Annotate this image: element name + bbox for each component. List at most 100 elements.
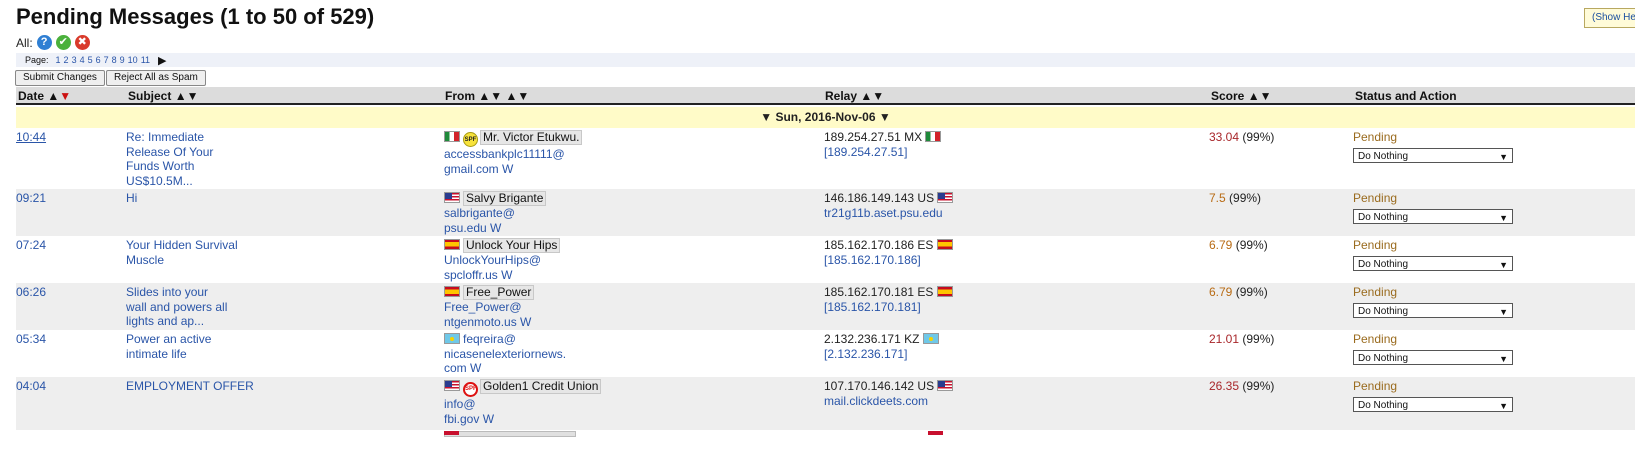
sort-asc-icon[interactable]: ▲ [478,89,490,103]
message-time-link[interactable]: 05:34 [16,332,46,346]
action-select[interactable]: Do Nothing [1353,208,1513,225]
message-relay: 146.186.149.143 US tr21g11b.aset.psu.edu [824,191,1024,220]
page-link[interactable]: 11 [141,55,150,65]
pagination: Page: 1 2 3 4 5 6 7 8 9 10 11 ▶ [16,53,1635,67]
table-row: 05:34 Power an active intimate life feqre… [16,330,1635,377]
column-subject-label: Subject [128,89,172,103]
page-link[interactable]: 1 [56,55,61,65]
email-domain[interactable]: fbi.gov W [444,412,624,427]
relay-host[interactable]: mail.clickdeets.com [824,394,1024,409]
relay-host[interactable]: tr21g11b.aset.psu.edu [824,206,1024,221]
sort-desc-icon[interactable]: ▼ [59,89,71,103]
message-subject[interactable]: EMPLOYMENT OFFER [126,379,266,394]
sender-name[interactable]: Unlock Your Hips [463,238,561,253]
page-link[interactable]: 8 [112,55,117,65]
action-select[interactable]: Do Nothing [1353,396,1513,413]
approve-all-icon[interactable]: ✔ [55,35,71,50]
score-percent: (99%) [1235,285,1268,299]
page-link[interactable]: 10 [128,55,138,65]
email-user[interactable]: accessbankplc11111@ [444,147,624,162]
sort-desc-icon[interactable]: ▼ [1260,89,1272,103]
score-value: 33.04 [1209,130,1240,144]
action-select[interactable]: Do Nothing [1353,302,1513,319]
email-domain[interactable]: nicasenelexteriornews. com W [444,347,624,376]
message-time-link[interactable]: 10:44 [16,130,46,144]
sort-asc-icon[interactable]: ▲ [47,89,59,103]
action-select[interactable]: Do Nothing [1353,147,1513,164]
page-link[interactable]: 9 [120,55,125,65]
message-subject[interactable]: Power an active intimate life [126,332,266,361]
sort-asc-icon[interactable]: ▲ [1248,89,1260,103]
sort-desc-icon[interactable]: ▼ [490,89,502,103]
message-relay: 189.254.27.51 MX [189.254.27.51] [824,130,1024,159]
email-user[interactable]: salbrigante@ [444,206,624,221]
action-select[interactable]: Do Nothing [1353,349,1513,366]
status-label: Pending [1353,285,1398,299]
page-link[interactable]: 4 [80,55,85,65]
email-user[interactable]: info@ [444,397,624,412]
message-from: Free_Power Free_Power@ ntgenmoto.us W [444,285,624,329]
column-relay-label: Relay [825,89,858,103]
email-user[interactable]: UnlockYourHips@ [444,253,624,268]
page-link[interactable]: 7 [104,55,109,65]
email-user[interactable]: Free_Power@ [444,300,624,315]
email-domain[interactable]: psu.edu W [444,221,624,236]
message-time-link[interactable]: 06:26 [16,285,46,299]
page-link[interactable]: 3 [72,55,77,65]
sender-name[interactable]: Salvy Brigante [463,191,547,206]
sort-desc-icon[interactable]: ▼ [517,89,529,103]
reject-all-icon[interactable]: ✖ [74,35,90,50]
message-time-link[interactable]: 09:21 [16,191,46,205]
subject-line: Muscle [126,252,165,267]
column-header-from[interactable]: From ▲▼ ▲▼ [445,89,529,103]
email-domain[interactable]: ntgenmoto.us W [444,315,624,330]
page-link[interactable]: 5 [88,55,93,65]
email-domain[interactable]: spcloffr.us W [444,268,624,283]
relay-host[interactable]: [189.254.27.51] [824,145,1024,160]
column-header-subject[interactable]: Subject ▲▼ [128,89,198,103]
all-label: All: [16,35,33,50]
column-header-date[interactable]: Date ▲▼ [18,89,71,103]
reject-all-spam-button[interactable]: Reject All as Spam [105,70,206,86]
help-icon[interactable]: ? [36,35,52,50]
message-time-link[interactable]: 07:24 [16,238,46,252]
sender-name[interactable]: Free_Power [463,285,535,300]
country-flag-icon [444,333,460,344]
sort-asc-icon[interactable]: ▲ [175,89,187,103]
sort-desc-icon[interactable]: ▼ [187,89,199,103]
sort-asc-icon[interactable]: ▲ [505,89,517,103]
action-select-value: Do Nothing [1358,352,1409,364]
message-time-link[interactable]: 04:04 [16,379,46,393]
message-status: Pending Do Nothing [1353,238,1513,272]
action-select[interactable]: Do Nothing [1353,255,1513,272]
message-subject[interactable]: Slides into your wall and powers all light… [126,285,266,329]
column-header-status: Status and Action [1355,89,1457,103]
status-label: Pending [1353,191,1398,205]
email-user[interactable]: feqreira@ [463,332,516,346]
column-header-score[interactable]: Score ▲▼ [1211,89,1271,103]
sender-name[interactable]: Golden1 Credit Union [480,379,602,394]
message-subject[interactable]: Re: Immediate Release Of Your Funds Worth U… [126,130,266,188]
relay-host[interactable]: [185.162.170.186] [824,253,1024,268]
message-subject[interactable]: Hi [126,191,266,206]
sort-desc-icon[interactable]: ▼ [872,89,884,103]
message-from: Salvy Brigante salbrigante@ psu.edu W [444,191,624,235]
next-page-icon[interactable]: ▶ [158,54,166,67]
sender-name[interactable]: Mr. Victor Etukwu. [480,130,583,145]
page-link[interactable]: 6 [96,55,101,65]
message-score: 6.79 (99%) [1209,285,1268,300]
email-domain[interactable]: gmail.com W [444,162,624,177]
submit-changes-button[interactable]: Submit Changes [15,70,105,86]
show-help-button[interactable]: (Show Help) [1584,8,1635,28]
relay-host[interactable]: [2.132.236.171] [824,347,1024,362]
sort-asc-icon[interactable]: ▲ [860,89,872,103]
subject-line: intimate life [126,346,187,361]
message-subject[interactable]: Your Hidden Survival Muscle [126,238,266,267]
country-flag-icon [444,380,460,391]
country-flag-icon [922,333,939,344]
page-link[interactable]: 2 [64,55,69,65]
relay-host[interactable]: [185.162.170.181] [824,300,1024,315]
message-relay: 185.162.170.186 ES [185.162.170.186] [824,238,1024,267]
column-header-relay[interactable]: Relay ▲▼ [825,89,884,103]
message-time: 07:24 [16,238,46,253]
